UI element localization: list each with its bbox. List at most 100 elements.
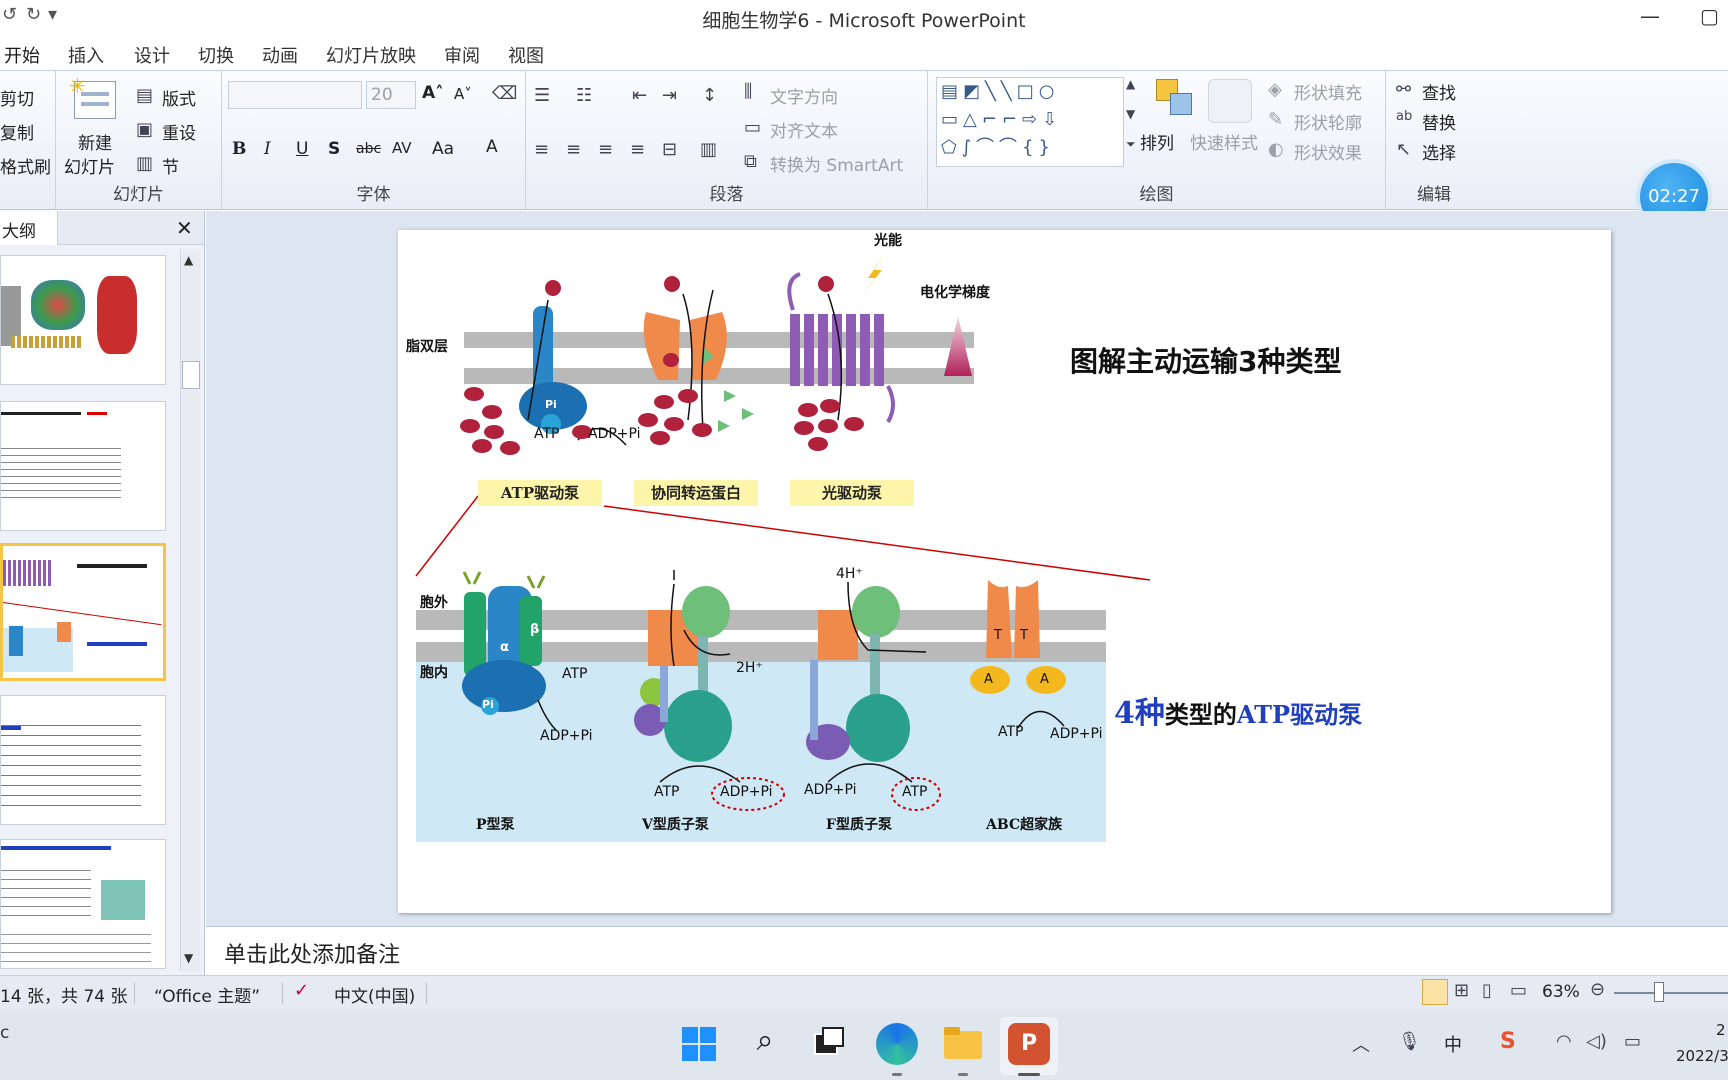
scroll-thumb[interactable]: [182, 361, 200, 389]
scroll-up-icon[interactable]: ▲: [184, 253, 193, 267]
distributed-icon[interactable]: ⊟: [662, 139, 677, 160]
reading-view-icon[interactable]: ▯: [1482, 980, 1492, 1001]
task-view-icon[interactable]: [808, 1023, 850, 1065]
normal-view-icon[interactable]: [1422, 979, 1448, 1005]
windows-start-icon[interactable]: [678, 1023, 720, 1065]
gallery-scroll-up-icon[interactable]: ▲: [1126, 77, 1135, 91]
file-explorer-icon[interactable]: [942, 1023, 984, 1065]
shape-outline-button[interactable]: 形状轮廓: [1294, 109, 1362, 134]
numbering-icon[interactable]: ☷: [576, 85, 592, 106]
tray-chevron-icon[interactable]: ︿: [1352, 1031, 1370, 1057]
tab-slideshow[interactable]: 幻灯片放映: [326, 42, 416, 68]
battery-icon[interactable]: ▭: [1624, 1031, 1641, 1052]
tab-view[interactable]: 视图: [508, 42, 544, 68]
section-button[interactable]: 节: [162, 153, 179, 178]
close-panel-icon[interactable]: ✕: [176, 216, 193, 240]
slide-thumbnail-selected[interactable]: [0, 543, 166, 681]
powerpoint-app-icon[interactable]: P: [1008, 1023, 1050, 1065]
indent-increase-icon[interactable]: ⇥: [662, 85, 677, 106]
tab-transitions[interactable]: 切换: [198, 42, 234, 68]
smartart-button[interactable]: 转换为 SmartArt: [770, 151, 903, 176]
columns-icon[interactable]: ▥: [700, 139, 717, 160]
find-button[interactable]: 查找: [1422, 79, 1456, 104]
slide-thumbnail[interactable]: [0, 695, 166, 825]
shrink-font-button[interactable]: A˅: [454, 85, 472, 103]
clear-format-icon[interactable]: ⌫: [492, 83, 517, 104]
zoom-slider[interactable]: [1614, 992, 1728, 994]
align-left-icon[interactable]: ≡: [534, 139, 549, 160]
copy-button[interactable]: 复制: [0, 119, 34, 144]
notes-placeholder[interactable]: 单击此处添加备注: [224, 937, 400, 969]
slide-thumbnail[interactable]: [0, 401, 166, 531]
thumbnail-scrollbar[interactable]: ▲ ▼: [180, 249, 200, 971]
maximize-button[interactable]: ▢: [1700, 4, 1719, 28]
group-label-editing: 编辑: [1417, 185, 1451, 205]
align-text-button[interactable]: 对齐文本: [770, 117, 838, 142]
slide-thumbnail[interactable]: [0, 255, 166, 385]
new-slide-label[interactable]: 新建: [78, 129, 112, 154]
t-label-right: T: [1020, 628, 1028, 643]
notes-pane[interactable]: 单击此处添加备注: [206, 926, 1728, 976]
new-slide-label-2[interactable]: 幻灯片: [64, 153, 115, 178]
italic-button[interactable]: I: [264, 139, 271, 159]
microphone-icon[interactable]: 🎙: [1398, 1031, 1421, 1052]
justify-icon[interactable]: ≡: [630, 139, 645, 160]
text-direction-button[interactable]: 文字方向: [770, 83, 838, 108]
strike-button[interactable]: abc: [356, 141, 381, 157]
zoom-level[interactable]: 63%: [1542, 982, 1580, 1002]
shapes-gallery[interactable]: ▤◩╲╲□○ ▭△⌐⌐⇨⇩ ⬠∫⌒⌒{}: [936, 77, 1124, 167]
font-color-button[interactable]: A: [486, 137, 498, 157]
tab-design[interactable]: 设计: [134, 42, 170, 68]
tab-home[interactable]: 开始: [4, 42, 40, 68]
char-spacing-button[interactable]: AV: [392, 139, 412, 157]
slide-thumbnail[interactable]: [0, 839, 166, 969]
align-right-icon[interactable]: ≡: [598, 139, 613, 160]
arrange-button[interactable]: 排列: [1140, 129, 1174, 154]
select-button[interactable]: 选择: [1422, 139, 1456, 164]
align-center-icon[interactable]: ≡: [566, 139, 581, 160]
tab-animations[interactable]: 动画: [262, 42, 298, 68]
shadow-button[interactable]: S: [328, 139, 340, 159]
reset-button[interactable]: 重设: [162, 119, 196, 144]
change-case-button[interactable]: Aa: [432, 139, 454, 159]
theme-name[interactable]: “Office 主题”: [154, 982, 260, 1007]
sorter-view-icon[interactable]: ⊞: [1454, 980, 1469, 1001]
line-spacing-icon[interactable]: ↕: [702, 85, 717, 106]
layout-button[interactable]: 版式: [162, 85, 196, 110]
replace-button[interactable]: 替换: [1422, 109, 1456, 134]
zoom-slider-thumb[interactable]: [1654, 982, 1664, 1002]
slideshow-view-icon[interactable]: ▭: [1510, 980, 1527, 1001]
scroll-down-icon[interactable]: ▼: [184, 951, 193, 965]
zoom-out-icon[interactable]: ⊖: [1590, 979, 1605, 1000]
clock-time[interactable]: 2: [1716, 1021, 1726, 1039]
tab-insert[interactable]: 插入: [68, 42, 104, 68]
bold-button[interactable]: B: [232, 139, 246, 159]
indent-decrease-icon[interactable]: ⇤: [632, 85, 647, 106]
language[interactable]: 中文(中国): [334, 982, 415, 1007]
shape-fill-button[interactable]: 形状填充: [1294, 79, 1362, 104]
ime-indicator[interactable]: 中: [1444, 1031, 1462, 1057]
quick-styles-button[interactable]: 快速样式: [1190, 129, 1258, 154]
wifi-icon[interactable]: ◠: [1556, 1031, 1572, 1052]
slide-canvas[interactable]: 脂双层 光能 电化学梯度 图解主动运输3种类型 ATP ADP+Pi Pi AT…: [398, 230, 1611, 913]
search-icon[interactable]: ⌕: [744, 1023, 786, 1065]
grow-font-button[interactable]: A˄: [422, 83, 444, 103]
sogou-icon[interactable]: S: [1500, 1029, 1516, 1054]
new-slide-icon[interactable]: ✳: [69, 74, 116, 119]
cut-button[interactable]: 剪切: [0, 85, 34, 110]
font-name-box[interactable]: [228, 81, 362, 109]
gallery-scroll-down-icon[interactable]: ▼: [1126, 107, 1135, 121]
tab-outline[interactable]: 大纲: [2, 217, 36, 242]
clock-date[interactable]: 2022/3: [1676, 1047, 1728, 1065]
shape-effects-button[interactable]: 形状效果: [1294, 139, 1362, 164]
minimize-button[interactable]: —: [1640, 4, 1660, 28]
gallery-more-icon[interactable]: ⏷: [1126, 137, 1136, 152]
spellcheck-icon[interactable]: ✓: [294, 980, 309, 1001]
font-size-box[interactable]: 20: [366, 81, 416, 109]
underline-button[interactable]: U: [296, 139, 308, 159]
volume-icon[interactable]: ◁): [1586, 1031, 1607, 1052]
edge-browser-icon[interactable]: [876, 1023, 918, 1065]
bullets-icon[interactable]: ☰: [534, 85, 550, 106]
format-painter-button[interactable]: 格式刷: [0, 153, 51, 178]
tab-review[interactable]: 审阅: [444, 42, 480, 68]
